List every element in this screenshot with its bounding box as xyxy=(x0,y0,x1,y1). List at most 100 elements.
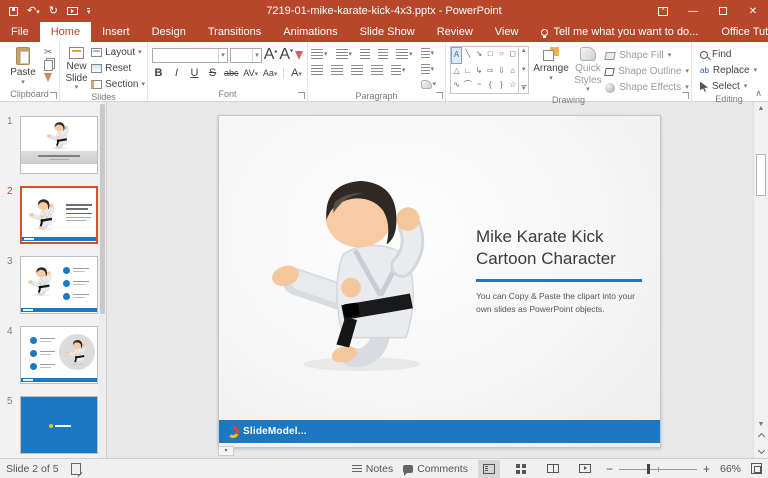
grow-font-button[interactable]: A▴ xyxy=(264,46,278,64)
customize-qat-button[interactable]: ▾ xyxy=(87,8,91,15)
tab-transitions[interactable]: Transitions xyxy=(197,22,272,42)
reading-view-button[interactable] xyxy=(542,460,564,478)
align-right-button[interactable] xyxy=(350,64,364,76)
next-slide-button[interactable] xyxy=(754,444,768,456)
font-name-combo[interactable]: ▾ xyxy=(152,48,228,63)
ribbon-display-options-button[interactable]: ^ xyxy=(648,0,678,22)
align-text-button[interactable]: ▾ xyxy=(420,63,438,76)
tab-view[interactable]: View xyxy=(484,22,530,42)
convert-smartart-button[interactable]: ▾ xyxy=(420,79,438,90)
align-center-button[interactable] xyxy=(330,64,344,76)
slide-4-thumbnail[interactable] xyxy=(20,326,98,384)
shape-oval[interactable]: ○ xyxy=(496,47,507,64)
shape-line[interactable]: ╲ xyxy=(462,47,473,64)
reset-button[interactable]: Reset xyxy=(91,61,145,76)
zoom-level[interactable]: 66% xyxy=(720,463,741,475)
shadow-button[interactable]: abc xyxy=(224,68,238,78)
thumbnail-item-5[interactable]: 5 xyxy=(0,396,100,454)
vertical-scrollbar[interactable]: ▲ ▼ xyxy=(753,102,768,458)
tell-me-box[interactable]: Tell me what you want to do... xyxy=(529,22,710,42)
thumbnail-pane-scrollbar[interactable] xyxy=(99,102,106,458)
quick-styles-button[interactable]: Quick Styles ▾ xyxy=(571,45,605,95)
thumbnail-item-3[interactable]: 3 xyxy=(0,256,100,314)
align-left-button[interactable] xyxy=(310,64,324,76)
select-button[interactable]: Select▾ xyxy=(700,79,764,94)
thumbnail-item-2[interactable]: 2 xyxy=(0,186,100,244)
spell-check-icon[interactable] xyxy=(71,463,81,475)
font-size-combo[interactable]: ▾ xyxy=(230,48,262,63)
shrink-font-button[interactable]: A▾ xyxy=(279,46,293,64)
clear-formatting-button[interactable] xyxy=(295,51,303,60)
tab-animations[interactable]: Animations xyxy=(272,22,348,42)
strikethrough-button[interactable]: S xyxy=(206,67,219,79)
bold-button[interactable]: B xyxy=(152,67,165,79)
slide-body-text[interactable]: You can Copy & Paste the clipart into yo… xyxy=(476,290,644,315)
tab-insert[interactable]: Insert xyxy=(91,22,141,42)
shape-scribble[interactable]: ∿ xyxy=(451,78,462,93)
shape-left-brace[interactable]: { xyxy=(485,78,496,93)
shape-rectangle[interactable]: □ xyxy=(485,47,496,64)
start-slideshow-icon[interactable] xyxy=(67,7,78,15)
shape-right-arrow[interactable]: ⇨ xyxy=(485,64,496,79)
zoom-slider[interactable] xyxy=(619,464,697,474)
collapse-ribbon-button[interactable]: ∧ xyxy=(755,88,762,99)
line-spacing-button[interactable]: ▾ xyxy=(395,48,414,60)
arrange-button[interactable]: Arrange ▾ xyxy=(531,45,570,95)
pane-splitter-button[interactable]: ▾ xyxy=(218,446,234,456)
thumbnail-item-1[interactable]: 1 xyxy=(0,116,100,174)
shape-effects-button[interactable]: Shape Effects▾ xyxy=(605,80,689,95)
slide-text-block[interactable]: Mike Karate Kick Cartoon Character You c… xyxy=(476,226,648,315)
shape-star[interactable]: ☆ xyxy=(507,78,518,93)
tab-file[interactable]: File xyxy=(0,22,40,42)
underline-button[interactable]: U xyxy=(188,67,201,79)
fit-slide-to-window-button[interactable] xyxy=(751,463,762,474)
tab-slide-show[interactable]: Slide Show xyxy=(349,22,426,42)
shape-right-brace[interactable]: } xyxy=(496,78,507,93)
paste-button[interactable]: Paste ▾ xyxy=(2,45,44,87)
slide-show-button[interactable] xyxy=(574,460,596,478)
numbering-button[interactable]: ▾ xyxy=(335,48,354,60)
decrease-indent-button[interactable] xyxy=(359,48,371,60)
italic-button[interactable]: I xyxy=(170,67,183,79)
section-button[interactable]: Section▾ xyxy=(91,77,145,92)
slide-indicator[interactable]: Slide 2 of 5 xyxy=(6,463,59,475)
shape-textbox[interactable]: A xyxy=(451,47,462,64)
layout-button[interactable]: Layout▾ xyxy=(91,45,145,60)
shape-arc[interactable]: ⌒ xyxy=(462,78,473,93)
slide-1-thumbnail[interactable] xyxy=(20,116,98,174)
slide-2-thumbnail[interactable] xyxy=(20,186,98,244)
shape-elbow[interactable]: ↳ xyxy=(473,64,484,79)
shape-freeform[interactable]: ∟ xyxy=(462,64,473,79)
clipboard-dialog-launcher[interactable] xyxy=(50,92,57,99)
previous-slide-button[interactable] xyxy=(754,430,768,442)
cut-button[interactable]: ✂ xyxy=(44,47,53,58)
scroll-thumb[interactable] xyxy=(756,154,766,196)
redo-button[interactable]: ↻ xyxy=(49,6,58,17)
columns-button[interactable]: ▾ xyxy=(390,64,407,76)
copy-button[interactable] xyxy=(44,60,53,71)
shape-curve[interactable]: ~ xyxy=(473,78,484,93)
replace-button[interactable]: abReplace▾ xyxy=(700,63,764,78)
shape-triangle[interactable]: △ xyxy=(451,64,462,79)
karate-character-clipart[interactable] xyxy=(259,168,455,374)
notes-button[interactable]: Notes xyxy=(352,463,393,475)
paragraph-dialog-launcher[interactable] xyxy=(436,92,443,99)
slide-sorter-button[interactable] xyxy=(510,460,532,478)
drawing-dialog-launcher[interactable] xyxy=(682,92,689,99)
bullets-button[interactable]: ▾ xyxy=(310,48,329,60)
increase-indent-button[interactable] xyxy=(377,48,389,60)
save-icon[interactable] xyxy=(9,7,18,16)
slide-canvas[interactable]: Mike Karate Kick Cartoon Character You c… xyxy=(218,115,661,448)
character-spacing-button[interactable]: AV▾ xyxy=(243,68,258,78)
change-case-button[interactable]: Aa▾ xyxy=(263,68,277,78)
tab-review[interactable]: Review xyxy=(426,22,484,42)
zoom-out-button[interactable]: − xyxy=(606,463,613,475)
shape-arrow-line[interactable]: ↘ xyxy=(473,47,484,64)
zoom-slider-thumb[interactable] xyxy=(647,464,650,474)
comments-button[interactable]: Comments xyxy=(403,463,468,475)
undo-button[interactable]: ↶▾ xyxy=(27,6,40,17)
zoom-in-button[interactable]: + xyxy=(703,463,710,475)
normal-view-button[interactable] xyxy=(478,460,500,478)
office-tutorials-button[interactable]: Office Tutorials xyxy=(710,22,768,42)
shape-down-arrow[interactable]: ⇩ xyxy=(496,64,507,79)
